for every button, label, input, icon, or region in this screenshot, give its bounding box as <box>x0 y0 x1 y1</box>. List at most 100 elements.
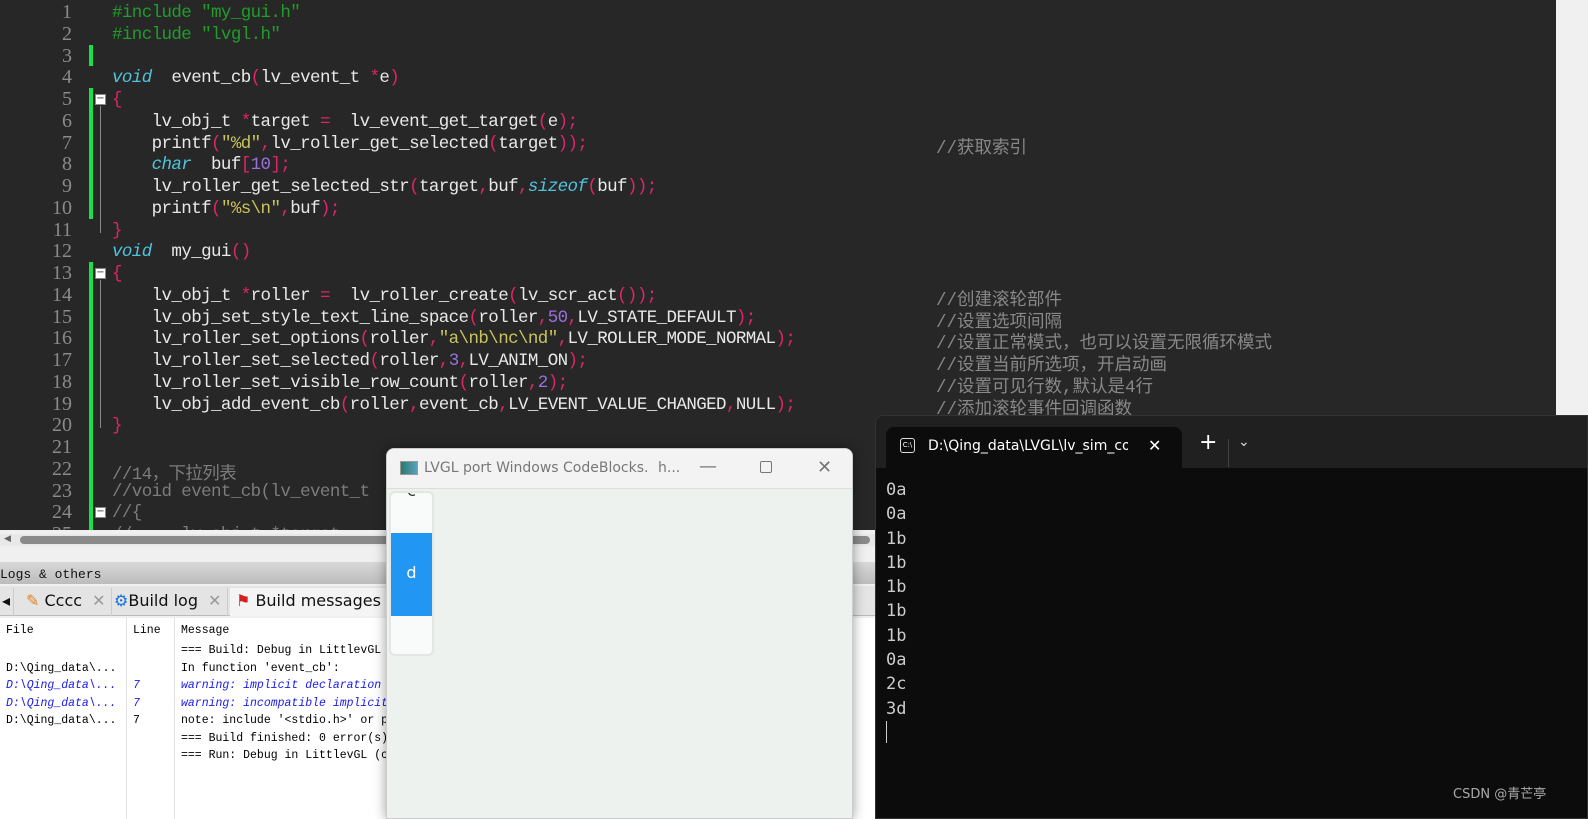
roller-option[interactable]: c <box>391 493 432 500</box>
tab-cccc[interactable]: ✎ Cccc ✕ <box>20 588 113 616</box>
tabs-scroll-left-icon[interactable]: ◂ <box>0 588 14 616</box>
code-token: LV_STATE_DEFAULT <box>577 307 736 328</box>
tab-build-messages[interactable]: ⚑ Build messages <box>230 588 388 616</box>
dropdown-chevron-icon[interactable]: ⌄ <box>1238 434 1250 450</box>
code-line[interactable]: lv_roller_set_selected(roller,3,LV_ANIM_… <box>112 351 588 371</box>
tab-build-log[interactable]: ⚙Build log ✕ <box>108 588 229 616</box>
terminal-output[interactable]: 0a 0a 1b 1b 1b 1b 1b 0a 2c 3d <box>876 468 1587 743</box>
terminal-line: 3d <box>886 698 907 719</box>
code-token: printf <box>112 198 212 219</box>
change-marker <box>89 44 93 67</box>
table-cell-msg[interactable]: note: include '<stdio.h>' or p <box>181 714 388 727</box>
table-cell-msg[interactable]: === Build finished: 0 error(s) <box>181 732 388 745</box>
close-icon[interactable]: ✕ <box>92 591 105 610</box>
code-line[interactable]: lv_obj_set_style_text_line_space(roller,… <box>112 307 757 328</box>
table-cell-msg[interactable]: === Build: Debug in LittlevGL <box>181 644 381 657</box>
change-marker <box>89 88 93 219</box>
code-token: 50 <box>547 307 568 328</box>
code-line[interactable]: //void event_cb(lv_event_t <box>112 482 370 502</box>
table-cell-msg[interactable]: warning: implicit declaration <box>181 679 381 692</box>
line-number: 19 <box>52 392 72 415</box>
column-header-message[interactable]: Message <box>181 624 229 637</box>
line-number: 17 <box>52 349 72 371</box>
table-cell-file[interactable]: D:\Qing_data\... <box>6 714 116 727</box>
minimize-button[interactable]: — <box>699 456 717 477</box>
roller-selected-option[interactable]: d <box>391 533 432 616</box>
line-number: 23 <box>52 479 72 502</box>
code-token: , <box>260 133 272 154</box>
code-line[interactable]: { <box>112 90 123 110</box>
table-cell-msg[interactable]: warning: incompatible implicit <box>181 697 388 710</box>
code-line[interactable]: lv_obj_add_event_cb(roller,event_cb,LV_E… <box>112 394 796 415</box>
roller[interactable]: c d <box>389 491 434 656</box>
table-cell-msg[interactable]: === Run: Debug in LittlevGL (c <box>181 749 388 762</box>
maximize-button[interactable] <box>760 461 772 473</box>
terminal-line: 0a <box>886 480 907 500</box>
gear-icon: ⚙ <box>114 591 129 610</box>
code-line[interactable]: char buf[10]; <box>112 155 291 175</box>
close-icon[interactable]: ✕ <box>208 591 221 610</box>
code-token: , <box>518 177 529 197</box>
table-cell-line[interactable]: 7 <box>133 679 140 692</box>
code-token: roller <box>369 329 429 350</box>
code-token: ()); <box>617 285 657 306</box>
code-token: printf <box>112 133 212 154</box>
close-tab-icon[interactable]: ✕ <box>1148 436 1161 455</box>
close-button[interactable]: ✕ <box>817 457 832 478</box>
table-cell-file[interactable]: D:\Qing_data\... <box>6 697 116 710</box>
line-number: 12 <box>52 240 72 263</box>
terminal-tab[interactable]: C:\ D:\Qing_data\LVGL\lv_sim_co ✕ <box>886 427 1182 469</box>
code-token: roller <box>478 307 538 328</box>
code-line[interactable]: //{ <box>112 503 142 523</box>
code-line[interactable]: #include "lvgl.h" <box>112 25 281 45</box>
code-line[interactable]: void event_cb(lv_event_t *e) <box>112 68 400 89</box>
code-token: 3 <box>448 351 460 371</box>
fold-button[interactable]: − <box>95 507 106 519</box>
column-header-file[interactable]: File <box>6 624 34 637</box>
code-token: target <box>498 133 558 154</box>
code-token: ( <box>587 177 598 197</box>
code-line[interactable]: { <box>112 264 123 284</box>
code-token: * <box>369 68 380 89</box>
line-number: 13 <box>52 262 72 284</box>
code-line[interactable]: lv_obj_t *target = lv_event_get_target(e… <box>112 111 578 132</box>
table-cell-file[interactable]: D:\Qing_data\... <box>6 662 116 675</box>
code-line[interactable]: lv_roller_set_options(roller,"a\nb\nc\nd… <box>112 329 796 350</box>
code-line[interactable]: printf("%s\n",buf); <box>112 198 341 219</box>
window-titlebar[interactable]: LVGL port Windows CodeBlocks. h... — ✕ <box>387 449 852 489</box>
code-line[interactable]: printf("%d",lv_roller_get_selected(targe… <box>112 133 588 154</box>
code-line[interactable]: lv_obj_t *roller = lv_roller_create(lv_s… <box>112 285 658 306</box>
code-line[interactable]: } <box>112 221 123 241</box>
code-token: , <box>725 394 737 415</box>
terminal-line: 2c <box>886 674 907 695</box>
fold-line <box>100 106 101 233</box>
code-line[interactable]: lv_roller_set_visible_row_count(roller,2… <box>112 373 569 393</box>
new-tab-button[interactable]: + <box>1199 430 1217 455</box>
code-line[interactable]: void my_gui() <box>112 242 251 262</box>
editor-vertical-scrollbar[interactable] <box>1556 0 1588 415</box>
code-token: , <box>438 351 450 371</box>
line-number: 3 <box>62 44 72 67</box>
code-token: lv_scr_act <box>518 285 618 306</box>
code-token: , <box>428 329 440 350</box>
scroll-left-icon[interactable]: ◀ <box>4 534 11 544</box>
line-number: 2 <box>62 22 72 45</box>
code-line[interactable]: #include "my_gui.h" <box>112 3 301 23</box>
column-header-line[interactable]: Line <box>133 624 161 637</box>
code-line[interactable]: lv_roller_get_selected_str(target,buf,si… <box>112 177 658 197</box>
code-token: lv_event_t <box>260 68 370 89</box>
table-cell-file[interactable]: D:\Qing_data\... <box>6 679 116 692</box>
code-token: ); <box>557 111 578 132</box>
code-token: * <box>240 111 252 132</box>
code-comment: //获取索引 <box>936 138 1028 159</box>
terminal-line: 0a <box>886 650 907 671</box>
table-cell-msg[interactable]: In function 'event_cb': <box>181 662 340 675</box>
line-number: 1 <box>62 1 72 23</box>
fold-button[interactable]: − <box>95 94 106 105</box>
code-token: ( <box>537 111 549 132</box>
table-cell-line[interactable]: 7 <box>133 697 140 710</box>
code-line[interactable]: } <box>112 416 123 436</box>
table-cell-line[interactable]: 7 <box>133 714 140 727</box>
fold-button[interactable]: − <box>95 268 106 279</box>
code-token: lv_event_get_target <box>329 111 539 132</box>
